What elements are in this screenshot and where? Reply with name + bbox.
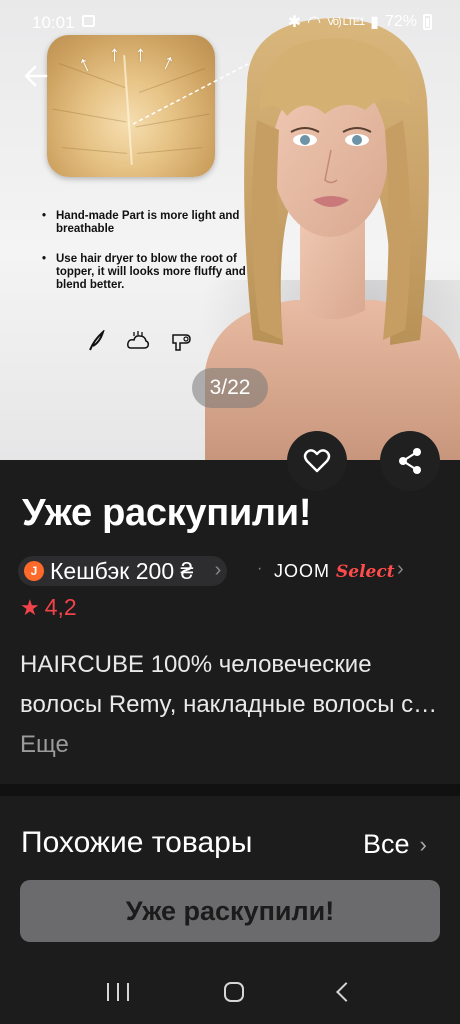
share-icon (399, 448, 421, 474)
cloud-icon (127, 331, 149, 349)
share-button[interactable] (380, 431, 440, 491)
signal-icon: ▮ (370, 14, 379, 31)
joom-coin-icon: J (24, 561, 44, 581)
product-rating[interactable]: ★ 4,2 (20, 594, 77, 621)
bullet-item: Hand-made Part is more light and breatha… (42, 210, 262, 236)
see-all-label: Все (363, 829, 410, 859)
chevron-right-icon: › (419, 831, 427, 857)
feature-icons (88, 330, 194, 352)
description-text: HAIRCUBE 100% человеческие волосы Remy, … (20, 651, 438, 718)
joom-brand: JOOM (274, 561, 330, 581)
product-title: Уже раскупили! (22, 492, 312, 534)
favorite-button[interactable] (287, 431, 347, 491)
separator-dot: · (257, 560, 263, 577)
back-icon[interactable] (335, 982, 356, 1002)
joom-select-label: Select (336, 562, 395, 582)
cashback-chip[interactable]: J Кешбэк 200 ₴ › (18, 556, 228, 586)
heart-icon (303, 449, 331, 473)
arrow-up-icon: ↑ (109, 41, 120, 66)
section-divider (0, 784, 460, 796)
recent-apps-icon[interactable] (107, 983, 130, 1001)
feature-bullets: Hand-made Part is more light and breatha… (42, 210, 262, 309)
bluetooth-icon: ✱ (287, 14, 302, 31)
system-nav-bar (0, 960, 460, 1024)
rating-value: 4,2 (44, 594, 77, 620)
wifi-icon: ◠ (307, 14, 322, 31)
feather-icon (89, 330, 105, 351)
similar-products-title: Похожие товары (21, 826, 253, 859)
network-label: Vo) LTE1 (327, 16, 365, 28)
bullet-item: Use hair dryer to blow the root of toppe… (42, 253, 262, 292)
arrow-up-left-icon: ↑ (74, 49, 95, 78)
home-icon[interactable] (223, 982, 244, 1002)
product-description: HAIRCUBE 100% человеческие волосы Remy, … (20, 645, 440, 765)
chevron-right-icon: › (214, 559, 222, 581)
star-icon: ★ (20, 594, 40, 620)
status-bar: 10:01 ✱ ◠ Vo) LTE1 ▮ 72% (0, 0, 460, 44)
battery-icon (423, 14, 432, 30)
status-time: 10:01 (32, 13, 75, 32)
read-more-link[interactable]: Еще (20, 731, 69, 758)
see-all-link[interactable]: Все › (363, 829, 427, 860)
chevron-right-icon: › (397, 558, 404, 580)
hair-dryer-icon (172, 334, 191, 351)
joom-select-link[interactable]: JOOM Select (274, 561, 395, 582)
back-arrow-icon[interactable] (20, 60, 52, 92)
product-image-gallery[interactable]: ↑ ↑ ↑ ↑ • Hand-made Part is more light a… (0, 0, 460, 460)
battery-percent: 72% (384, 13, 417, 30)
cashback-text: Кешбэк 200 ₴ (50, 557, 194, 584)
sold-out-button[interactable]: Уже раскупили! (20, 880, 440, 942)
image-counter: 3/22 (192, 368, 268, 408)
gallery-notification-icon (82, 15, 95, 27)
